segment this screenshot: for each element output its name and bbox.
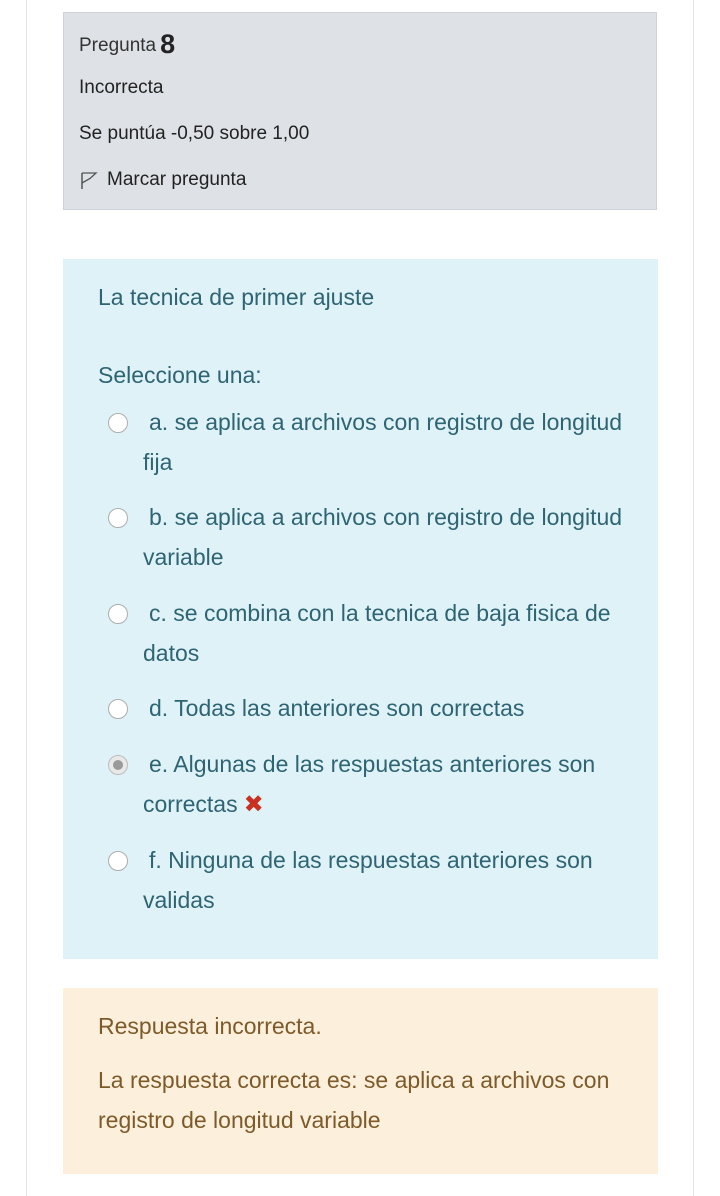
correct-answer-text: La respuesta correcta es: se aplica a ar… [98, 1067, 610, 1133]
page-border-right [693, 0, 694, 1196]
question-grade: Se puntúa -0,50 sobre 1,00 [79, 123, 310, 144]
radio-button-a[interactable] [108, 413, 128, 433]
flag-question-link[interactable]: Marcar pregunta [79, 169, 246, 191]
answer-option-d[interactable]: d. Todas las anteriores son correctas [108, 695, 628, 728]
flag-question-label: Marcar pregunta [107, 169, 247, 190]
answer-option-label: c. se combina con la tecnica de baja fis… [143, 600, 611, 666]
cross-icon: ✖ [243, 791, 264, 818]
feedback-result: Respuesta incorrecta. [98, 1013, 322, 1039]
answer-option-c[interactable]: c. se combina con la tecnica de baja fis… [108, 600, 628, 673]
question-label: Pregunta [79, 35, 157, 56]
question-number: 8 [160, 29, 176, 59]
question-text: La tecnica de primer ajuste [98, 284, 375, 310]
answer-option-label-wrap: e. Algunas de las respuestas anteriores … [143, 744, 628, 825]
radio-button-c[interactable] [108, 604, 128, 624]
quiz-review-page: Pregunta 8 Incorrecta Se puntúa -0,50 sob… [0, 0, 720, 1196]
question-info-panel: Pregunta 8 Incorrecta Se puntúa -0,50 sob… [63, 12, 657, 210]
answer-option-label: b. se aplica a archivos con registro de … [143, 504, 623, 570]
question-state: Incorrecta [79, 77, 164, 98]
answer-option-label: d. Todas las anteriores son correctas [149, 695, 525, 721]
answer-option-label: e. Algunas de las respuestas anteriores … [143, 751, 596, 817]
question-number-heading: Pregunta 8 [79, 29, 175, 60]
radio-button-e-selected[interactable] [108, 755, 128, 775]
answer-option-label: f. Ninguna de las respuestas anteriores … [143, 847, 593, 913]
feedback-panel: Respuesta incorrecta. La respuesta corre… [63, 988, 658, 1174]
radio-button-b[interactable] [108, 508, 128, 528]
answer-option-f[interactable]: f. Ninguna de las respuestas anteriores … [108, 847, 628, 920]
radio-button-d[interactable] [108, 699, 128, 719]
answer-option-label: a. se aplica a archivos con registro de … [143, 409, 623, 475]
page-border-left [26, 0, 27, 1196]
answer-option-b[interactable]: b. se aplica a archivos con registro de … [108, 504, 628, 577]
radio-button-f[interactable] [108, 851, 128, 871]
question-content-panel: La tecnica de primer ajuste Seleccione u… [63, 259, 658, 959]
answer-prompt: Seleccione una: [98, 362, 262, 388]
flag-outline-icon [81, 172, 98, 189]
answer-option-a[interactable]: a. se aplica a archivos con registro de … [108, 409, 628, 482]
answer-option-e[interactable]: e. Algunas de las respuestas anteriores … [108, 751, 628, 825]
